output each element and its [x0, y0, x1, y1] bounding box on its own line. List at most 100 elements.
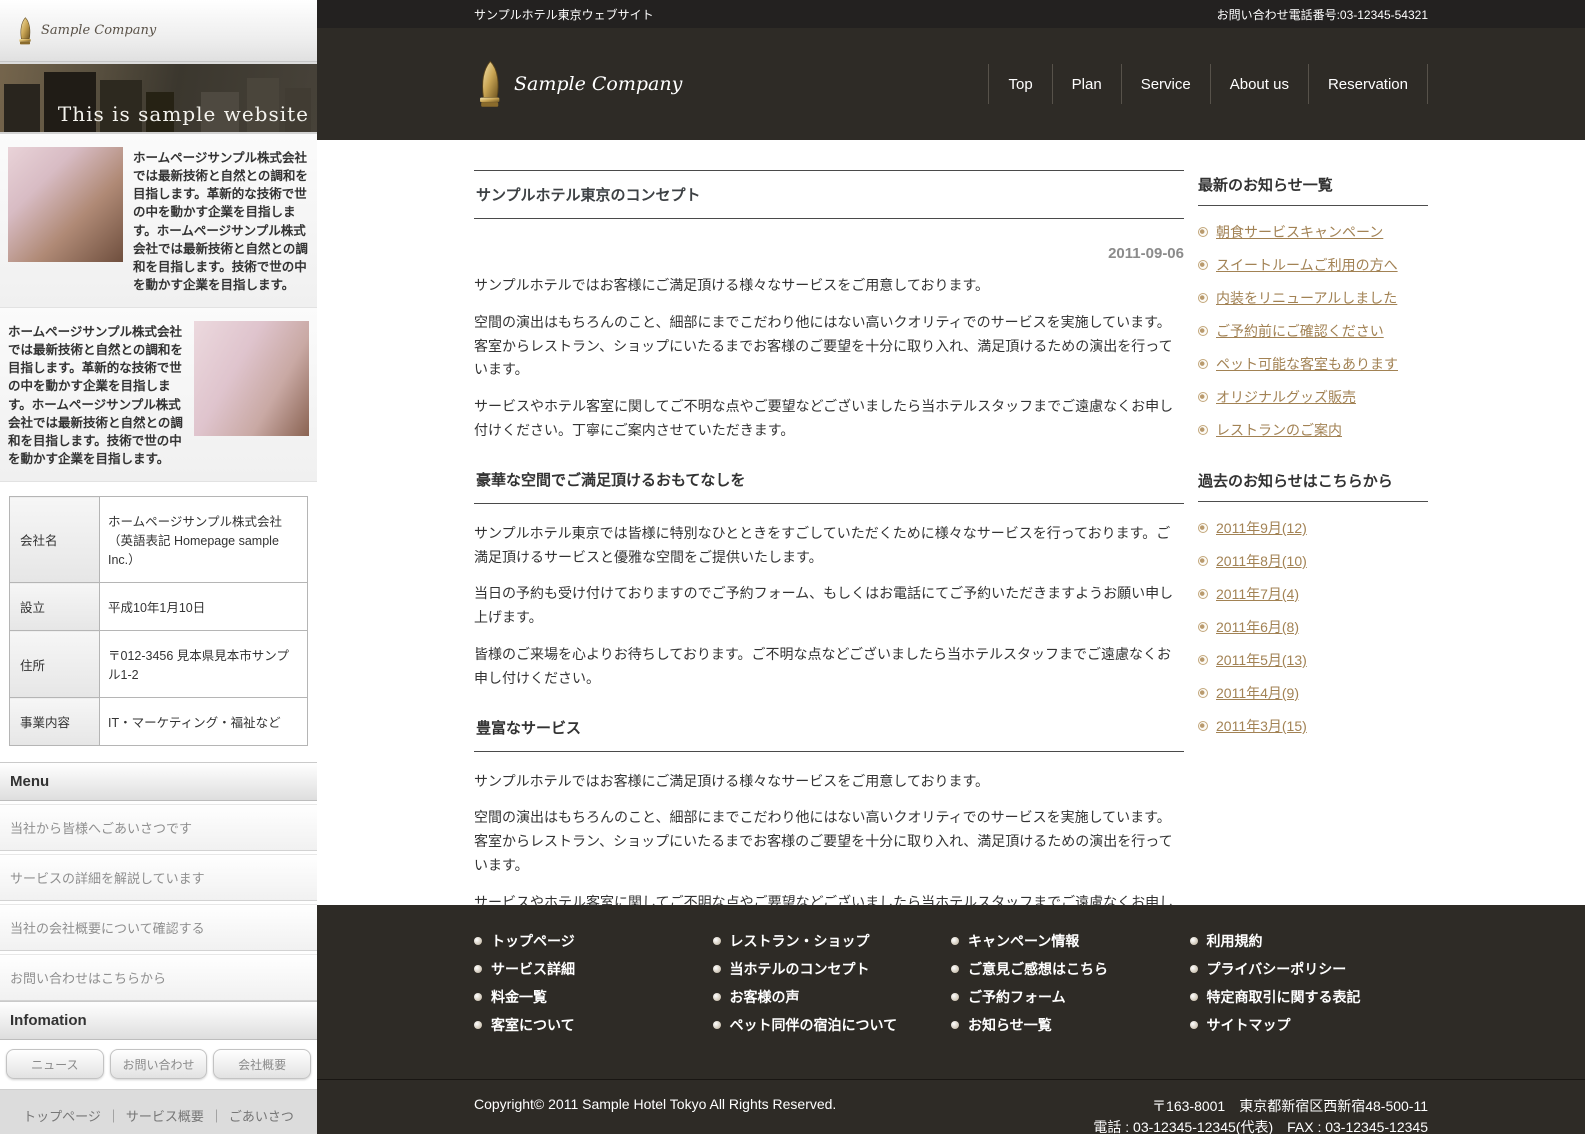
news-heading: 最新のお知らせ一覧: [1198, 174, 1428, 206]
sidebar-logo[interactable]: Sample Company: [0, 0, 317, 62]
nav-link-reservation[interactable]: Reservation: [1328, 76, 1408, 93]
news-link[interactable]: ペット可能な客室もあります: [1216, 354, 1398, 374]
archive-link[interactable]: 2011年5月(13): [1216, 650, 1307, 670]
table-label: 設立: [9, 582, 100, 631]
bullet-dot-icon: [1189, 937, 1198, 945]
nav-link-top[interactable]: Top: [1008, 76, 1032, 93]
news-link[interactable]: 朝食サービスキャンペーン: [1216, 222, 1383, 242]
topbar-site-name: サンプルホテル東京ウェブサイト: [474, 7, 654, 22]
table-label: 住所: [9, 630, 100, 698]
footer-link[interactable]: キャンペーン情報: [968, 931, 1079, 951]
footer-link-item: ペット同伴の宿泊について: [712, 1015, 952, 1035]
footer-link[interactable]: トップページ: [491, 931, 575, 951]
footer-link[interactable]: 料金一覧: [491, 987, 547, 1007]
footer-link[interactable]: お知らせ一覧: [968, 1015, 1052, 1035]
archive-link[interactable]: 2011年7月(4): [1216, 584, 1299, 604]
footer-link[interactable]: ご予約フォーム: [968, 987, 1066, 1007]
bullet-ring-icon: [1198, 260, 1208, 270]
sidebar-banner-image: This is sample website: [0, 62, 317, 134]
table-row: 住所 〒012-3456 見本県見本市サンプル1-2: [9, 630, 308, 698]
bullet-ring-icon: [1198, 392, 1208, 402]
bullet-dot-icon: [474, 993, 482, 1001]
nav-item-reservation: Reservation: [1307, 64, 1428, 104]
company-info-table: 会社名 ホームページサンプル株式会社 （英語表記 Homepage sample…: [9, 496, 308, 746]
bullet-ring-icon: [1198, 326, 1208, 336]
footer-link[interactable]: サイトマップ: [1207, 1015, 1291, 1035]
footer-link[interactable]: 特定商取引に関する表記: [1207, 987, 1361, 1007]
footer-link-item: キャンペーン情報: [951, 931, 1190, 951]
footer-column-3: キャンペーン情報 ご意見ご感想はこちら ご予約フォーム お知らせ一覧: [951, 931, 1190, 1043]
footer-link-item: 料金一覧: [474, 987, 713, 1007]
table-value: 〒012-3456 見本県見本市サンプル1-2: [99, 630, 308, 698]
banner-building: [4, 84, 40, 132]
sidebar-menu-item-company[interactable]: 当社の会社概要について確認する: [0, 904, 317, 951]
sidebar-footnav-service[interactable]: サービス概要: [126, 1109, 204, 1124]
table-value: ホームページサンプル株式会社 （英語表記 Homepage sample Inc…: [99, 496, 308, 583]
portrait-photo-2: [194, 321, 309, 436]
news-link[interactable]: 内装をリニューアルしました: [1216, 288, 1397, 308]
bullet-ring-icon: [1198, 688, 1208, 698]
list-item: 2011年3月(15): [1198, 716, 1428, 736]
article-paragraph: サンプルホテル東京では皆様に特別なひとときをすごしていただくために様々なサービス…: [474, 524, 1171, 565]
archive-link[interactable]: 2011年8月(10): [1216, 551, 1307, 571]
article-paragraph: 皆様のご来場を心よりお待ちしております。ご不明な点などございましたら当ホテルスタ…: [474, 645, 1172, 686]
footer-link-item: 客室について: [474, 1015, 713, 1035]
content-area: サンプルホテル東京のコンセプト 2011-09-06 サンプルホテルではお客様に…: [317, 140, 1585, 905]
portrait-photo-1: [8, 147, 123, 262]
footer-link[interactable]: 客室について: [491, 1015, 575, 1035]
nav-link-about[interactable]: About us: [1230, 76, 1289, 93]
footer-link[interactable]: 利用規約: [1207, 931, 1263, 951]
bullet-dot-icon: [712, 993, 721, 1001]
footer-address: 〒163-8001 東京都新宿区西新宿48-500-11 電話 : 03-123…: [1093, 1096, 1428, 1134]
news-button[interactable]: ニュース: [6, 1049, 104, 1079]
list-item: 朝食サービスキャンペーン: [1198, 222, 1428, 242]
footer-link[interactable]: お客様の声: [730, 987, 800, 1007]
footer-link[interactable]: ご意見ご感想はこちら: [968, 959, 1108, 979]
company-overview-button[interactable]: 会社概要: [213, 1049, 312, 1079]
nav-link-service[interactable]: Service: [1141, 76, 1191, 93]
list-item: オリジナルグッズ販売: [1198, 387, 1428, 407]
archive-link[interactable]: 2011年4月(9): [1216, 683, 1299, 703]
news-link[interactable]: スイートルームご利用の方へ: [1216, 255, 1398, 275]
header-logo[interactable]: Sample Company: [474, 59, 682, 109]
bullet-dot-icon: [1189, 993, 1198, 1001]
footer-column-1: トップページ サービス詳細 料金一覧 客室について: [474, 931, 713, 1043]
article-title: サンプルホテル東京のコンセプト: [474, 170, 1184, 219]
footer-link-item: レストラン・ショップ: [712, 931, 952, 951]
contact-button[interactable]: お問い合わせ: [109, 1049, 208, 1079]
archive-link[interactable]: 2011年9月(12): [1216, 518, 1307, 538]
sidebar-menu-item-greeting[interactable]: 当社から皆様へごあいさつです: [0, 804, 317, 851]
news-link[interactable]: ご予約前にご確認ください: [1216, 321, 1384, 341]
footer-link[interactable]: 当ホテルのコンセプト: [730, 959, 870, 979]
list-item: 内装をリニューアルしました: [1198, 288, 1428, 308]
list-item: 2011年6月(8): [1198, 617, 1428, 637]
footer-link[interactable]: レストラン・ショップ: [730, 931, 870, 951]
list-item: 2011年8月(10): [1198, 551, 1428, 571]
sidebar-footnav-top[interactable]: トップページ: [23, 1109, 101, 1124]
bullet-dot-icon: [712, 1021, 721, 1029]
bullet-ring-icon: [1198, 556, 1208, 566]
sidebar-menu-item-contact[interactable]: お問い合わせはこちらから: [0, 954, 317, 1001]
article-paragraph: サンプルホテルではお客様にご満足頂ける様々なサービスをご用意しております。: [474, 277, 990, 293]
archive-link[interactable]: 2011年3月(15): [1216, 716, 1307, 736]
nav-link-plan[interactable]: Plan: [1072, 76, 1102, 93]
header-logo-text: Sample Company: [514, 73, 683, 95]
article-date: 2011-09-06: [1108, 245, 1184, 262]
footer-link-item: 当ホテルのコンセプト: [712, 959, 952, 979]
bullet-dot-icon: [1189, 965, 1198, 973]
footer-link[interactable]: ペット同伴の宿泊について: [730, 1015, 898, 1035]
table-label: 事業内容: [9, 697, 100, 746]
footer-link[interactable]: サービス詳細: [491, 959, 575, 979]
footer-link-item: 利用規約: [1189, 931, 1429, 951]
news-link[interactable]: レストランのご案内: [1216, 420, 1342, 440]
intro-block-2: ホームページサンプル株式会社では最新技術と自然との調和を目指します。革新的な技術…: [0, 308, 317, 482]
news-link[interactable]: オリジナルグッズ販売: [1216, 387, 1356, 407]
footer-link[interactable]: プライバシーポリシー: [1207, 959, 1347, 979]
archive-link[interactable]: 2011年6月(8): [1216, 617, 1299, 637]
table-label: 会社名: [9, 496, 100, 583]
site-header: Sample Company Top Plan Service About us…: [317, 28, 1585, 140]
bullet-dot-icon: [1189, 1021, 1198, 1029]
intro-text-1: ホームページサンプル株式会社では最新技術と自然との調和を目指します。革新的な技術…: [133, 151, 308, 292]
sidebar-menu-item-service[interactable]: サービスの詳細を解説しています: [0, 854, 317, 901]
sidebar-footnav-greeting[interactable]: ごあいさつ: [229, 1109, 294, 1124]
